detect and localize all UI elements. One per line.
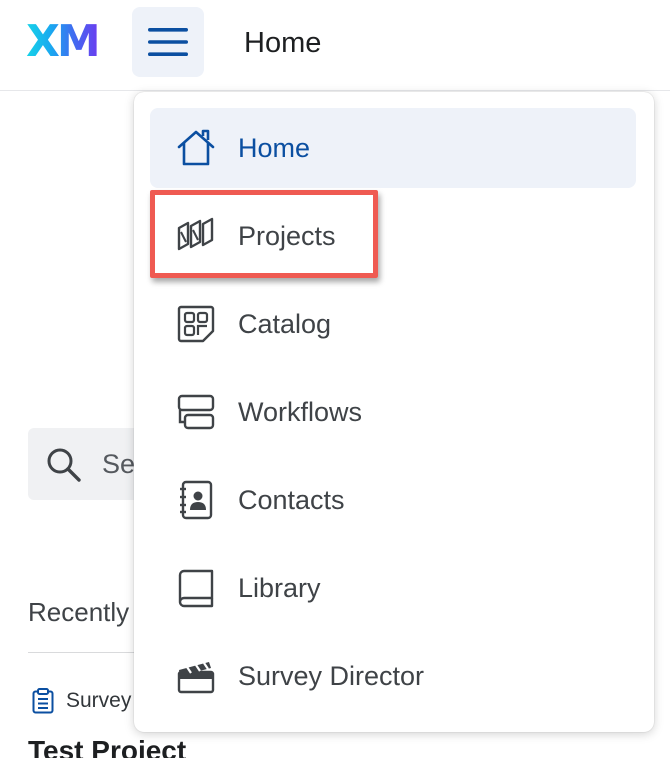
home-icon: [177, 129, 215, 166]
catalog-icon: [177, 305, 215, 343]
menu-item-library[interactable]: Library: [150, 548, 636, 628]
contacts-icon: [180, 480, 213, 520]
menu-item-contacts[interactable]: Contacts: [150, 460, 636, 540]
search-placeholder: Se: [102, 449, 136, 479]
menu-item-catalog[interactable]: Catalog: [150, 284, 636, 364]
library-icon: [178, 569, 214, 608]
menu-item-label: Workflows: [238, 397, 363, 427]
menu-item-survey-director[interactable]: Survey Director: [150, 636, 636, 716]
top-header: XM Home: [0, 0, 670, 91]
xm-logo[interactable]: XM: [26, 20, 101, 64]
survey-type-label: Survey: [66, 689, 132, 712]
page-title: Home: [244, 27, 322, 59]
menu-item-projects[interactable]: Projects: [150, 196, 636, 276]
page: XM Home Se Recently Survey Test Project: [0, 0, 670, 758]
menu-item-label: Library: [238, 573, 321, 603]
menu-item-label: Survey Director: [238, 661, 425, 691]
recently-section-label: Recently: [28, 597, 130, 627]
menu-item-label: Home: [238, 133, 311, 163]
navigation-menu: Home Projects Catalog Workflows Contacts…: [134, 92, 654, 732]
search-icon: [47, 448, 81, 482]
clipboard-icon: [32, 688, 54, 714]
survey-type-tag: Survey: [32, 688, 131, 714]
menu-item-label: Projects: [238, 221, 336, 251]
menu-item-label: Contacts: [238, 485, 345, 515]
project-title[interactable]: Test Project: [28, 734, 186, 758]
hamburger-menu-icon: [148, 28, 188, 56]
projects-icon: [177, 217, 214, 251]
main-menu-button[interactable]: [132, 7, 204, 77]
clapperboard-icon: [177, 662, 215, 694]
menu-item-workflows[interactable]: Workflows: [150, 372, 636, 452]
menu-item-home[interactable]: Home: [150, 108, 636, 188]
workflows-icon: [177, 394, 215, 430]
menu-item-label: Catalog: [238, 309, 332, 339]
